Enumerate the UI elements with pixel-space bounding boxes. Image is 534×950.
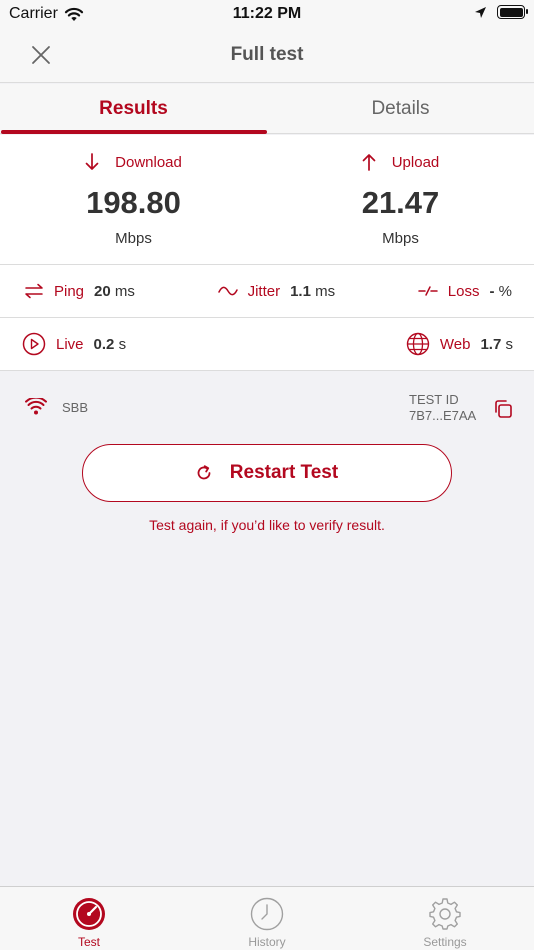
wifi-icon	[25, 398, 47, 415]
battery-icon	[497, 5, 528, 19]
ping-metric: Ping 20 ms	[24, 283, 135, 300]
network-ssid: SBB	[62, 400, 89, 415]
test-id: TEST ID 7B7...E7AA	[409, 392, 476, 424]
gear-icon	[429, 898, 461, 930]
network-info: SBB TEST ID 7B7...E7AA	[0, 390, 534, 430]
tabbar-item-test[interactable]: Test	[0, 887, 178, 950]
globe-icon	[406, 332, 430, 356]
status-time: 11:22 PM	[232, 5, 302, 22]
restart-test-label: Restart Test	[229, 462, 339, 483]
location-arrow-icon	[475, 6, 486, 18]
download-unit: Mbps	[115, 230, 152, 247]
page-title: Full test	[230, 44, 304, 65]
nav-bar: Full test	[0, 28, 534, 83]
live-label: Live	[56, 335, 84, 353]
upload-result: Upload 21.47 Mbps	[267, 135, 534, 264]
upload-label: Upload	[391, 153, 440, 171]
speed-results: Download 198.80 Mbps Upload 21.47 Mbps	[0, 135, 534, 265]
live-value: 0.2	[93, 335, 115, 353]
latency-metrics: Ping 20 ms Jitter 1.1 ms Loss - %	[0, 265, 534, 318]
tabbar-item-settings[interactable]: Settings	[356, 887, 534, 950]
jitter-label: Jitter	[247, 282, 281, 300]
upload-value: 21.47	[361, 185, 440, 220]
download-arrow-icon	[85, 153, 99, 170]
clock-icon	[250, 897, 284, 931]
tab-details[interactable]: Details	[267, 84, 534, 133]
download-label: Download	[115, 153, 182, 171]
web-unit: s	[505, 335, 514, 353]
tab-details-label: Details	[371, 98, 430, 119]
tabbar-label-settings: Settings	[423, 935, 467, 949]
copy-icon[interactable]	[492, 398, 514, 420]
refresh-icon	[197, 465, 211, 480]
tabbar-item-history[interactable]: History	[178, 887, 356, 950]
upload-arrow-icon	[362, 154, 376, 171]
segment-tabs: Results Details	[0, 84, 534, 134]
app-screen: Carrier 11:22 PM Full test Results Detai…	[0, 0, 534, 950]
web-label: Web	[439, 335, 471, 353]
tabbar-label-history: History	[248, 935, 286, 949]
jitter-value: 1.1	[290, 282, 311, 300]
jitter-icon	[217, 286, 238, 296]
loss-value: -	[489, 282, 495, 300]
tab-results-label: Results	[99, 98, 168, 119]
status-bar: Carrier 11:22 PM	[0, 0, 534, 28]
packet-loss-icon	[418, 286, 438, 296]
ping-unit: ms	[114, 282, 135, 300]
web-metric: Web 1.7 s	[406, 332, 513, 356]
tabbar-label-test: Test	[77, 935, 100, 949]
download-value: 198.80	[86, 185, 181, 220]
restart-hint: Test again, if you’d like to verify resu…	[149, 517, 385, 533]
speedometer-icon	[73, 898, 105, 930]
experience-metrics: Live 0.2 s Web 1.7 s	[0, 318, 534, 371]
jitter-unit: ms	[315, 282, 336, 300]
jitter-metric: Jitter 1.1 ms	[217, 282, 336, 300]
loss-metric: Loss - %	[418, 283, 512, 300]
live-unit: s	[118, 335, 127, 353]
ping-value: 20	[94, 282, 111, 300]
play-circle-icon	[22, 332, 46, 356]
download-result: Download 198.80 Mbps	[0, 135, 267, 264]
active-tab-indicator	[1, 130, 267, 134]
restart-test-button[interactable]: Restart Test	[82, 444, 452, 502]
loss-unit: %	[498, 282, 512, 300]
test-id-label: TEST ID	[409, 392, 459, 407]
status-right	[474, 5, 528, 19]
test-id-value: 7B7...E7AA	[409, 408, 477, 423]
tab-results[interactable]: Results	[0, 84, 267, 134]
live-metric: Live 0.2 s	[22, 332, 126, 356]
web-value: 1.7	[480, 335, 502, 353]
bottom-tab-bar: Test History Settings	[0, 886, 534, 950]
loss-label: Loss	[447, 282, 480, 300]
ping-label: Ping	[54, 282, 85, 300]
upload-unit: Mbps	[382, 230, 419, 247]
ping-icon	[25, 283, 43, 299]
